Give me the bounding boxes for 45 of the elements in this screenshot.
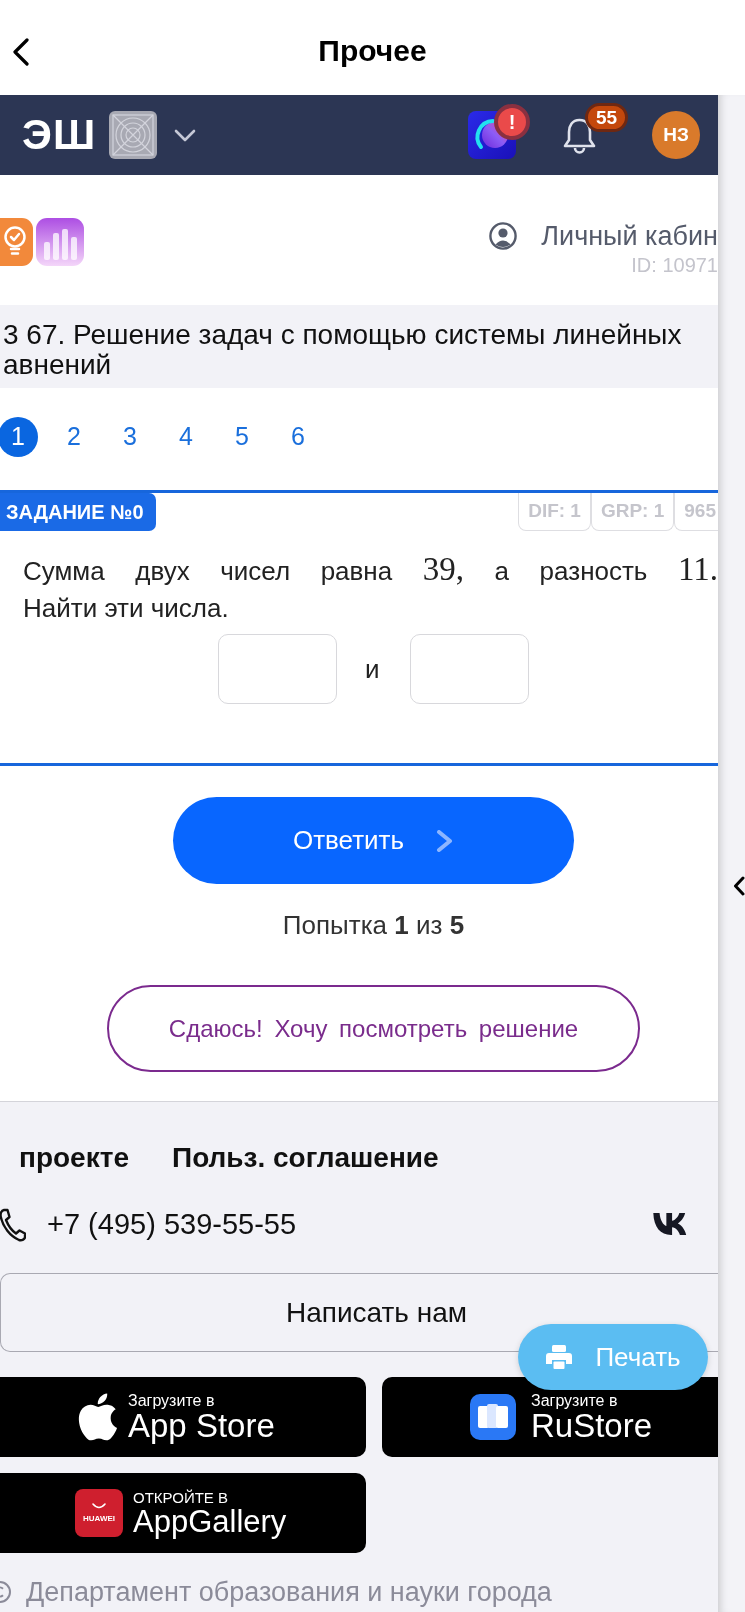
lesson-title: 3 67. Решение задач с помощью системы линейных авнений (3, 320, 683, 380)
footer-link[interactable]: проекте (19, 1141, 129, 1175)
store-button[interactable]: Загрузите в RuStore (382, 1377, 718, 1457)
bar-chart-icon[interactable] (36, 218, 84, 266)
answer-button[interactable]: Ответить (173, 797, 574, 884)
store-button[interactable]: HUAWEI ОТКРОЙТЕ В AppGallery (0, 1473, 366, 1553)
store-icon (470, 1394, 516, 1440)
printer-icon (545, 1344, 574, 1370)
smile-arc-icon (92, 1503, 106, 1510)
notification-count-badge: 55 (585, 103, 629, 132)
answer-field[interactable] (409, 634, 529, 704)
give-up-button[interactable]: Сдаюсь! Хочу посмотреть решение (107, 985, 640, 1072)
emblem-icon (109, 111, 158, 159)
copyright-text: Департамент образования и науки города (26, 1576, 552, 1609)
conjunction-text: и (365, 652, 380, 686)
task-badge: ЗАДАНИЕ №0 (0, 493, 156, 531)
phone-icon (0, 1206, 26, 1242)
question-text: Сумма двух чисел равна 39, а разность 11. Найти эти числа. (22, 551, 718, 625)
apple-logo-icon (76, 1392, 117, 1442)
task-tag: DIF: 1 (518, 493, 591, 531)
chevron-down-icon[interactable] (174, 128, 197, 142)
logo-text[interactable]: ЭШ (22, 114, 97, 156)
chevron-right-icon (436, 829, 455, 852)
store-button[interactable]: Загрузите в App Store (0, 1377, 366, 1457)
task-tag: GRP: 1 (590, 493, 675, 531)
footer-link[interactable]: Польз. соглашение (172, 1141, 439, 1175)
page-number-button[interactable]: 2 (54, 417, 94, 457)
alert-badge: ! (494, 104, 530, 140)
attempt-counter: Попытка 1 из 5 (281, 909, 466, 942)
page-number-button[interactable]: 5 (222, 417, 262, 457)
copyright-icon (0, 1580, 11, 1604)
bell-icon[interactable] (562, 116, 597, 154)
page-title: Прочее (318, 36, 427, 66)
back-icon[interactable] (12, 38, 29, 66)
chevron-left-icon[interactable] (733, 876, 745, 896)
page-number-button[interactable]: 3 (110, 417, 150, 457)
account-link[interactable]: Личный кабин (541, 221, 718, 251)
page-number-button[interactable]: 1 (0, 417, 38, 457)
answer-field[interactable] (218, 634, 337, 704)
page-number-button[interactable]: 4 (166, 417, 206, 457)
logo-text: HUAWEI (83, 1515, 115, 1523)
user-id-text: ID: 10971 (631, 253, 718, 277)
user-icon[interactable] (489, 222, 518, 250)
page-number-button[interactable]: 6 (278, 417, 318, 457)
phone-number[interactable]: +7 (495) 539-55-55 (47, 1207, 297, 1241)
